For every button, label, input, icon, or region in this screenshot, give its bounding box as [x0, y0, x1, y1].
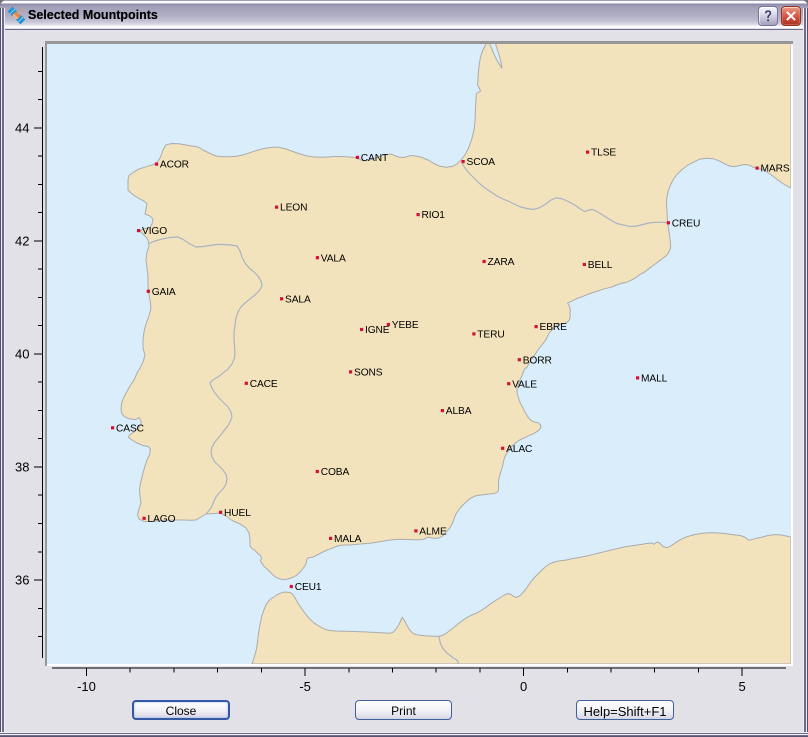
svg-text:ALBA: ALBA [446, 406, 472, 417]
svg-text:CACE: CACE [250, 379, 278, 390]
svg-text:MARS: MARS [761, 164, 790, 175]
svg-text:VALE: VALE [512, 379, 537, 390]
svg-text:MALA: MALA [334, 534, 362, 545]
svg-text:VALA: VALA [321, 253, 346, 264]
svg-text:SALA: SALA [285, 294, 311, 305]
svg-text:ZARA: ZARA [488, 257, 515, 268]
svg-text:MALL: MALL [641, 374, 668, 385]
svg-text:EBRE: EBRE [540, 322, 568, 333]
svg-text:40: 40 [15, 346, 29, 361]
svg-text:LAGO: LAGO [148, 514, 176, 525]
svg-text:CEU1: CEU1 [295, 582, 322, 593]
svg-text:IGNE: IGNE [365, 325, 390, 336]
svg-text:SONS: SONS [354, 368, 383, 379]
svg-text:0: 0 [520, 679, 527, 694]
svg-text:44: 44 [15, 120, 29, 135]
svg-text:TLSE: TLSE [591, 148, 616, 159]
svg-text:GAIA: GAIA [152, 287, 176, 298]
svg-text:YEBE: YEBE [392, 320, 419, 331]
svg-text:CANT: CANT [361, 153, 388, 164]
svg-text:BORR: BORR [523, 355, 552, 366]
svg-text:42: 42 [15, 234, 29, 249]
svg-text:5: 5 [738, 679, 745, 694]
svg-text:SCOA: SCOA [467, 157, 496, 168]
svg-text:VIGO: VIGO [142, 226, 167, 237]
svg-text:ACOR: ACOR [160, 160, 189, 171]
svg-text:-10: -10 [77, 679, 96, 694]
svg-text:38: 38 [15, 460, 29, 475]
svg-text:ALAC: ALAC [506, 444, 532, 455]
svg-text:LEON: LEON [280, 203, 307, 214]
svg-text:BELL: BELL [588, 260, 613, 271]
svg-text:36: 36 [15, 573, 29, 588]
svg-text:CREU: CREU [672, 218, 700, 229]
svg-text:CASC: CASC [116, 423, 144, 434]
svg-text:RIO1: RIO1 [422, 210, 446, 221]
svg-text:-5: -5 [299, 679, 311, 694]
svg-text:ALME: ALME [419, 527, 447, 538]
svg-text:HUEL: HUEL [224, 508, 251, 519]
svg-text:TERU: TERU [477, 330, 504, 341]
svg-text:COBA: COBA [321, 467, 350, 478]
